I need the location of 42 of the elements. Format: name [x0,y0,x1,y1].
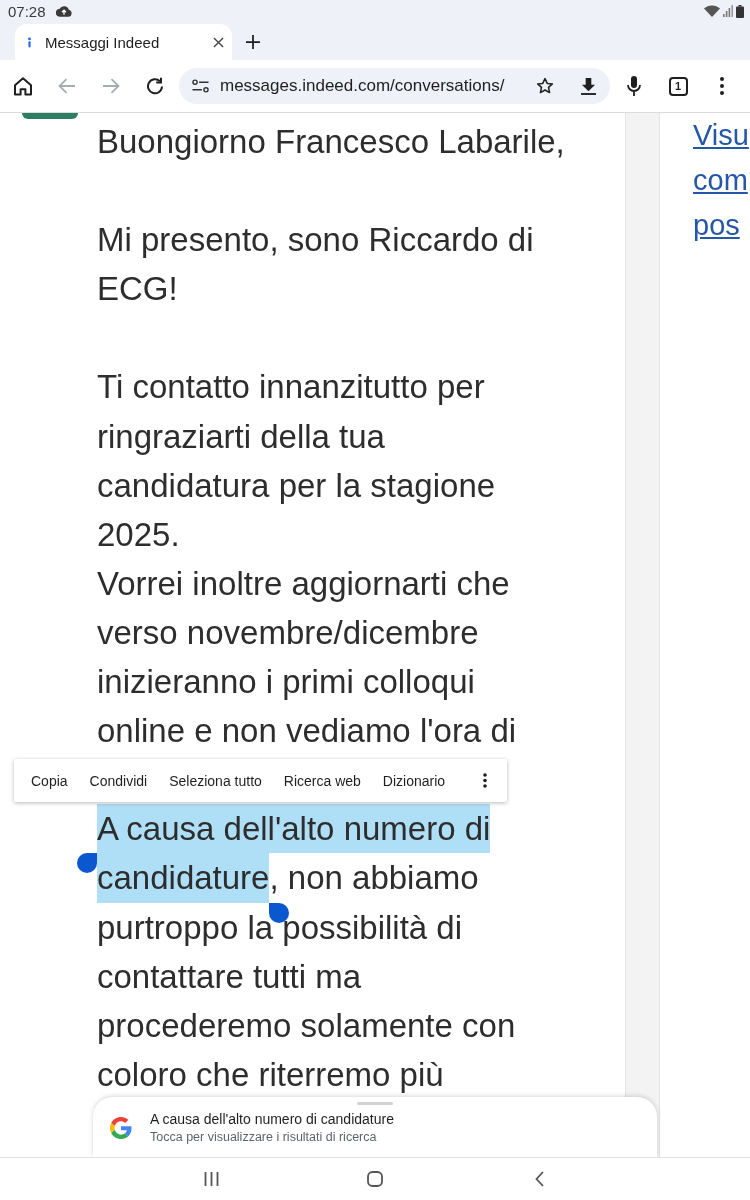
link[interactable]: pos [693,203,740,248]
recent-apps-icon[interactable] [203,1172,219,1186]
link[interactable]: Visu [693,113,749,158]
message-paragraph: Buongiorno Francesco Labarile, [97,122,565,162]
menu-item[interactable]: Seleziona tutto [169,772,262,789]
menu-item[interactable]: Dizionario [382,772,446,789]
browser-tab[interactable]: Messaggi Indeed [15,24,232,60]
favicon-icon [27,36,32,48]
tune-icon[interactable] [192,79,209,93]
link[interactable]: com [693,158,748,203]
download-icon[interactable] [581,77,596,95]
message-paragraph: Ti contatto innanzitutto per ringraziarti della tua candidatura per la stagione 2025. Vorrei inoltre aggiornarti che verso novembre/dicembre inizieranno i primi colloqui online e non vediamo l'ora di [97,367,517,752]
reload-icon[interactable] [146,77,164,95]
tab-switcher-button[interactable]: 1 [668,76,688,96]
microphone-icon[interactable] [627,76,641,96]
url-text: messages.indeed.com/conversations/ [220,76,506,96]
home-icon[interactable] [13,76,33,96]
nav-home-icon[interactable] [367,1171,383,1187]
message-paragraph: Mi presento, sono Riccardo di ECG! [97,220,534,310]
plus-icon[interactable] [246,35,260,49]
nav-back-icon[interactable] [534,1171,544,1187]
signal-icon [723,5,733,17]
drag-handle[interactable] [357,1102,393,1105]
star-icon[interactable] [536,77,554,95]
suggestion-title: A causa dell'alto numero di candidature [150,1110,394,1129]
close-icon[interactable] [213,36,224,48]
menu-item[interactable]: Ricerca web [283,772,361,789]
status-time: 07:28 [8,2,46,20]
battery-icon [736,4,744,18]
tile-edge [22,113,78,119]
address-bar[interactable]: messages.indeed.com/conversations/ [179,68,610,104]
more-icon[interactable] [720,77,724,95]
menu-item[interactable]: Condividi [89,772,148,789]
suggestion-subtitle: Tocca per visualizzare i risultati di ricerca [150,1129,377,1146]
search-suggestion-sheet[interactable]: A causa dell'alto numero di candidature Tocca per visualizzare i risultati di ricerca [93,1097,657,1157]
cloud-icon [55,5,72,17]
more-icon[interactable] [483,773,487,788]
message-paragraph: A causa dell'alto numero di candidature, non abbiamo purtroppo la possibilità di contattare tutti ma procederemo solamente con coloro che riterremo più [97,804,516,1099]
menu-item[interactable]: Copia [31,772,68,789]
g-logo-icon [110,1117,132,1139]
wifi-icon [704,5,720,17]
selection-handle[interactable] [77,853,97,874]
